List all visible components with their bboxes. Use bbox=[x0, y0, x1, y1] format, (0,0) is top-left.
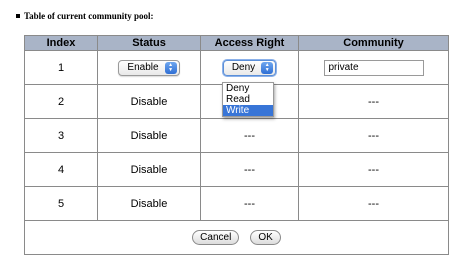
header-index: Index bbox=[24, 35, 98, 51]
up-down-arrows-icon: ▲ ▼ bbox=[164, 61, 177, 74]
row-index: 5 bbox=[24, 187, 98, 221]
button-bar: Cancel OK bbox=[24, 221, 449, 255]
status-cell: Disable bbox=[98, 119, 201, 153]
row-index: 4 bbox=[24, 153, 98, 187]
access-cell: --- bbox=[201, 153, 299, 187]
community-pool-table: Index Status Access Right Community 1 En… bbox=[24, 35, 449, 255]
community-cell: private bbox=[299, 51, 449, 85]
cancel-button[interactable]: Cancel bbox=[192, 230, 240, 245]
square-bullet-icon bbox=[16, 14, 20, 18]
dropdown-option-read[interactable]: Read bbox=[223, 94, 273, 105]
community-cell: --- bbox=[299, 187, 449, 221]
status-select[interactable]: Enable ▲ ▼ bbox=[118, 59, 180, 76]
table-row: 1 Enable ▲ ▼ Deny ▲ ▼ private bbox=[24, 51, 449, 85]
access-right-select[interactable]: Deny ▲ ▼ bbox=[222, 59, 277, 76]
table-row: 3 Disable --- --- bbox=[24, 119, 449, 153]
ok-button[interactable]: OK bbox=[250, 230, 281, 245]
access-right-dropdown-menu: Deny Read Write bbox=[222, 82, 274, 117]
up-down-arrows-icon: ▲ ▼ bbox=[261, 61, 274, 74]
community-input[interactable]: private bbox=[323, 59, 424, 76]
status-cell: Disable bbox=[98, 153, 201, 187]
access-cell: --- bbox=[201, 187, 299, 221]
table-row: 5 Disable --- --- bbox=[24, 187, 449, 221]
status-cell: Enable ▲ ▼ bbox=[98, 51, 201, 85]
access-cell: --- bbox=[201, 119, 299, 153]
dropdown-option-write[interactable]: Write bbox=[223, 105, 273, 116]
header-access-right: Access Right bbox=[201, 35, 299, 51]
status-select-value: Enable bbox=[127, 62, 159, 73]
table-row: 4 Disable --- --- bbox=[24, 153, 449, 187]
status-cell: Disable bbox=[98, 85, 201, 119]
community-cell: --- bbox=[299, 119, 449, 153]
section-heading: Table of current community pool: bbox=[16, 4, 154, 28]
community-cell: --- bbox=[299, 85, 449, 119]
status-cell: Disable bbox=[98, 187, 201, 221]
table-footer-row: Cancel OK bbox=[24, 221, 449, 255]
table-header-row: Index Status Access Right Community bbox=[24, 35, 449, 51]
row-index: 3 bbox=[24, 119, 98, 153]
row-index: 1 bbox=[24, 51, 98, 85]
dropdown-option-deny[interactable]: Deny bbox=[223, 83, 273, 94]
header-community: Community bbox=[299, 35, 449, 51]
access-cell: Deny ▲ ▼ bbox=[201, 51, 299, 85]
community-cell: --- bbox=[299, 153, 449, 187]
section-heading-text: Table of current community pool: bbox=[24, 11, 154, 21]
header-status: Status bbox=[98, 35, 201, 51]
access-right-select-value: Deny bbox=[231, 62, 256, 73]
row-index: 2 bbox=[24, 85, 98, 119]
